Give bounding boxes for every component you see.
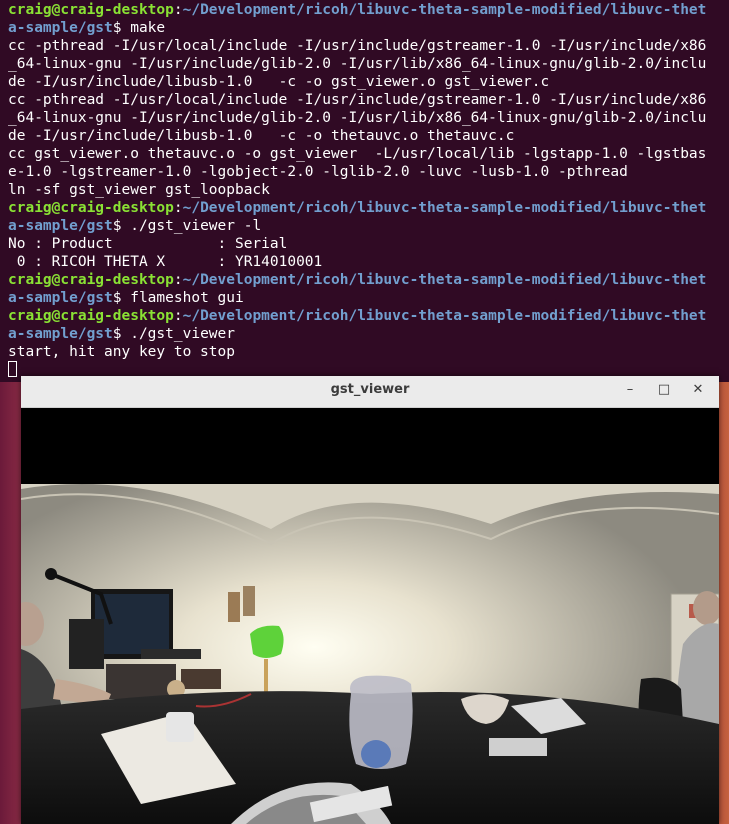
terminal-line: cc -pthread -I/usr/local/include -I/usr/… (8, 91, 729, 109)
close-icon[interactable]: ✕ (687, 379, 709, 401)
output-text: de -I/usr/include/libusb-1.0 -c -o gst_v… (8, 74, 550, 90)
prompt-command: $ make (112, 20, 166, 36)
prompt-separator: : (173, 308, 183, 324)
prompt-user: craig@craig-desktop (8, 272, 174, 288)
terminal-line: No : Product : Serial (8, 235, 729, 253)
output-text: cc -pthread -I/usr/local/include -I/usr/… (8, 92, 707, 108)
terminal-line: ln -sf gst_viewer gst_loopback (8, 181, 729, 199)
prompt-separator: : (173, 200, 183, 216)
terminal-line: craig@craig-desktop:~/Development/ricoh/… (8, 307, 729, 325)
terminal-line: craig@craig-desktop:~/Development/ricoh/… (8, 271, 729, 289)
prompt-user: craig@craig-desktop (8, 2, 174, 18)
terminal-line: cc -pthread -I/usr/local/include -I/usr/… (8, 37, 729, 55)
terminal-line: _64-linux-gnu -I/usr/include/glib-2.0 -I… (8, 55, 729, 73)
prompt-path: ~/Development/ricoh/libuvc-theta-sample-… (182, 2, 707, 18)
terminal-output: craig@craig-desktop:~/Development/ricoh/… (8, 1, 729, 361)
output-text: _64-linux-gnu -I/usr/include/glib-2.0 -I… (8, 56, 707, 72)
output-text: ln -sf gst_viewer gst_loopback (8, 182, 270, 198)
terminal-line: a-sample/gst$ make (8, 19, 729, 37)
prompt-user: craig@craig-desktop (8, 308, 174, 324)
terminal-window[interactable]: craig@craig-desktop:~/Development/ricoh/… (0, 0, 729, 382)
maximize-icon[interactable]: □ (653, 379, 675, 401)
output-text: start, hit any key to stop (8, 344, 235, 360)
terminal-line: e-1.0 -lgstreamer-1.0 -lgobject-2.0 -lgl… (8, 163, 729, 181)
output-text: e-1.0 -lgstreamer-1.0 -lgobject-2.0 -lgl… (8, 164, 628, 180)
prompt-command: $ flameshot gui (112, 290, 244, 306)
prompt-command: $ ./gst_viewer (112, 326, 235, 342)
terminal-line: craig@craig-desktop:~/Development/ricoh/… (8, 1, 729, 19)
output-text: _64-linux-gnu -I/usr/include/glib-2.0 -I… (8, 110, 707, 126)
terminal-line: a-sample/gst$ ./gst_viewer (8, 325, 729, 343)
prompt-path: a-sample/gst (8, 218, 113, 234)
prompt-path: a-sample/gst (8, 326, 113, 342)
prompt-path: ~/Development/ricoh/libuvc-theta-sample-… (182, 200, 707, 216)
output-text: de -I/usr/include/libusb-1.0 -c -o theta… (8, 128, 515, 144)
output-text: 0 : RICOH THETA X : YR14010001 (8, 254, 323, 270)
viewer-titlebar[interactable]: gst_viewer – □ ✕ (21, 376, 719, 408)
terminal-line: 0 : RICOH THETA X : YR14010001 (8, 253, 729, 271)
terminal-line: craig@craig-desktop:~/Development/ricoh/… (8, 199, 729, 217)
terminal-line: a-sample/gst$ flameshot gui (8, 289, 729, 307)
prompt-path: a-sample/gst (8, 290, 113, 306)
prompt-user: craig@craig-desktop (8, 200, 174, 216)
prompt-path: ~/Development/ricoh/libuvc-theta-sample-… (182, 272, 707, 288)
viewer-window-title: gst_viewer (330, 382, 410, 397)
prompt-path: ~/Development/ricoh/libuvc-theta-sample-… (182, 308, 707, 324)
prompt-separator: : (173, 272, 183, 288)
terminal-line: start, hit any key to stop (8, 343, 729, 361)
output-text: No : Product : Serial (8, 236, 288, 252)
video-frame (21, 408, 719, 824)
terminal-cursor (8, 361, 17, 377)
output-text: cc gst_viewer.o thetauvc.o -o gst_viewer… (8, 146, 707, 162)
terminal-line: cc gst_viewer.o thetauvc.o -o gst_viewer… (8, 145, 729, 163)
output-text: cc -pthread -I/usr/local/include -I/usr/… (8, 38, 707, 54)
terminal-line: _64-linux-gnu -I/usr/include/glib-2.0 -I… (8, 109, 729, 127)
terminal-line: de -I/usr/include/libusb-1.0 -c -o gst_v… (8, 73, 729, 91)
prompt-separator: : (173, 2, 183, 18)
minimize-icon[interactable]: – (619, 379, 641, 401)
terminal-line: de -I/usr/include/libusb-1.0 -c -o theta… (8, 127, 729, 145)
panorama-video-image (21, 484, 719, 824)
prompt-command: $ ./gst_viewer -l (112, 218, 262, 234)
terminal-line: a-sample/gst$ ./gst_viewer -l (8, 217, 729, 235)
prompt-path: a-sample/gst (8, 20, 113, 36)
gst-viewer-window[interactable]: gst_viewer – □ ✕ (21, 376, 719, 824)
